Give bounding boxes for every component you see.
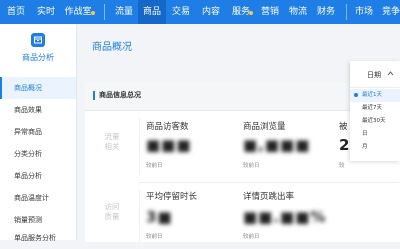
metric-compare: 较 (339, 163, 345, 169)
nav-item-content[interactable]: 内容 (196, 0, 226, 24)
nav-item-finance[interactable]: 财务 (312, 0, 340, 24)
sidebar-header: 商品分析 (0, 24, 76, 72)
metric-label: 平均停留时长 (146, 192, 198, 202)
section-marker (93, 91, 95, 100)
sidebar-item-effect[interactable]: 商品效果 (0, 99, 76, 121)
row-divider (139, 118, 140, 174)
nav-divider (104, 4, 105, 20)
metric-compare: 较前日 (146, 234, 163, 240)
date-option-day[interactable]: 日 (350, 128, 400, 141)
date-dropdown-header[interactable]: 日期 (350, 61, 400, 88)
sidebar-item-category[interactable]: 分类分析 (0, 143, 76, 165)
row-separator (139, 182, 399, 183)
package-icon (31, 33, 45, 47)
sidebar-item-single[interactable]: 单品分析 (0, 165, 76, 187)
nav-item-market[interactable]: 市场 (350, 0, 378, 24)
nav-item-logistics[interactable]: 物流 (284, 0, 312, 24)
metric-compare: 较前日 (243, 234, 260, 240)
top-nav: 首页 实时 作战室 流量 商品 交易 内容 服务 营销 物流 财务 市场 竞争 (0, 0, 400, 24)
nav-item-marketing[interactable]: 营销 (256, 0, 284, 24)
metric-value: 3■ (146, 208, 173, 226)
nav-item-home[interactable]: 首页 (0, 0, 32, 24)
nav-item-competition[interactable]: 竞争 (380, 0, 400, 24)
sidebar-item-service-analysis[interactable]: 单品服务分析 (0, 227, 76, 249)
date-dropdown-label: 日期 (367, 71, 381, 79)
nav-item-traffic[interactable]: 流量 (110, 0, 138, 24)
metric-value: 2 (339, 136, 351, 154)
metric-label: 被 (339, 122, 348, 132)
date-option-1day[interactable]: 最近1天 (350, 89, 400, 102)
metric-value: ■■.■■% (243, 208, 327, 226)
date-dropdown[interactable]: 日期 最近1天 最近7天 最近30天 日 月 (350, 61, 400, 161)
date-option-month[interactable]: 月 (350, 141, 400, 154)
metric-value: ■,■■■ (243, 136, 311, 154)
sidebar-item-overview[interactable]: 商品概况 (0, 77, 76, 99)
metric-value: ■■■ (146, 136, 192, 154)
sidebar-title: 商品分析 (22, 53, 54, 62)
row-label-traffic: 流量相关 (104, 132, 120, 151)
selected-dot-icon (354, 93, 358, 97)
row-label-quality: 访问质量 (104, 202, 120, 221)
sidebar: 商品分析 商品概况 商品效果 异常商品 分类分析 单品分析 商品温度计 销量预测… (0, 24, 77, 242)
metric-label: 商品浏览量 (243, 122, 286, 132)
chevron-up-icon (387, 71, 394, 76)
nav-item-war-room[interactable]: 作战室 (62, 0, 95, 24)
metric-compare: 较前日 (146, 163, 163, 169)
section-title: 商品信息总况 (99, 91, 141, 99)
nav-item-product[interactable]: 商品 (138, 0, 166, 24)
page-title: 商品概况 (92, 42, 132, 53)
row-divider (139, 190, 140, 242)
nav-item-realtime[interactable]: 实时 (32, 0, 60, 24)
date-option-30days[interactable]: 最近30天 (350, 115, 400, 128)
nav-item-service[interactable]: 服务 (226, 0, 256, 24)
metric-label: 详情页跳出率 (243, 192, 295, 202)
new-dot-icon (249, 11, 253, 15)
sidebar-item-abnormal[interactable]: 异常商品 (0, 121, 76, 143)
metric-label: 商品访客数 (146, 122, 189, 132)
date-option-7days[interactable]: 最近7天 (350, 102, 400, 115)
nav-item-trade[interactable]: 交易 (166, 0, 196, 24)
sidebar-item-thermometer[interactable]: 商品温度计 (0, 187, 76, 209)
nav-divider (346, 4, 347, 20)
metric-compare: 较前日 (243, 163, 260, 169)
new-dot-icon (90, 11, 95, 15)
